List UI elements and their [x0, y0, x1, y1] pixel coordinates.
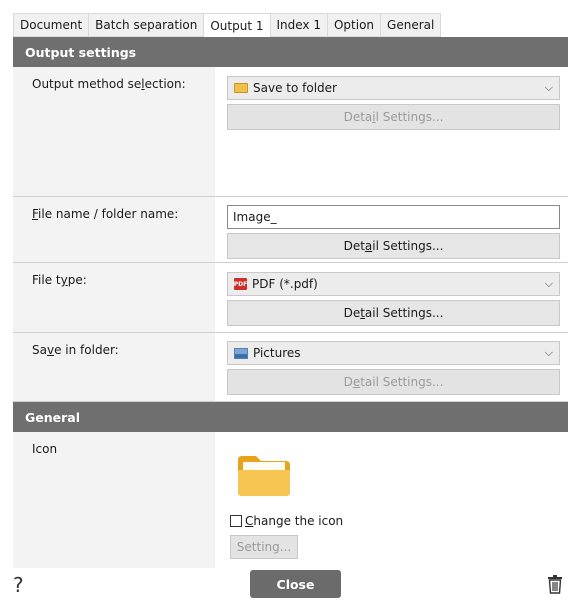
- file-type-value: PDF (*.pdf): [252, 277, 318, 291]
- file-type-detail-button[interactable]: De t ail Settings...: [227, 300, 560, 326]
- trash-icon[interactable]: [547, 574, 563, 594]
- output-method-controls: Save to folder ⌵ Deta i l Settings...: [215, 67, 568, 196]
- change-icon-checkbox[interactable]: [230, 515, 242, 527]
- output-method-select[interactable]: Save to folder ⌵: [227, 76, 560, 100]
- output-method-detail-button[interactable]: Deta i l Settings...: [227, 104, 560, 130]
- save-in-folder-row: Save in folder: Pictures ⌵ De tail Settin…: [13, 333, 568, 402]
- file-name-row: File name / folder name: Image_ Det a il S…: [13, 197, 568, 263]
- tab-general[interactable]: General: [380, 13, 442, 37]
- output-settings-header: Output settings: [13, 37, 568, 67]
- chevron-down-icon: ⌵: [544, 346, 553, 359]
- close-button[interactable]: Close: [250, 570, 341, 598]
- output-method-row: Output method selection: Save to folder …: [13, 67, 568, 197]
- icon-setting-button-label: Setting...: [236, 540, 292, 554]
- general-title: General: [25, 409, 80, 425]
- help-icon[interactable]: ?: [13, 573, 24, 597]
- icon-label: Icon: [32, 442, 58, 456]
- tab-document[interactable]: Document: [13, 13, 89, 37]
- output-method-label: Output method selection:: [32, 77, 186, 91]
- tab-strip: Document Batch separation Output 1 Index…: [13, 13, 442, 38]
- tab-bar: Document Batch separation Output 1 Index…: [0, 0, 568, 38]
- file-name-label: File name / folder name:: [32, 207, 179, 221]
- save-in-folder-detail-button[interactable]: De tail Settings...: [227, 369, 560, 395]
- folder-icon: [238, 456, 290, 496]
- icon-setting-button[interactable]: Setting...: [230, 535, 298, 559]
- save-in-folder-select[interactable]: Pictures ⌵: [227, 341, 560, 365]
- close-button-label: Close: [276, 576, 315, 592]
- output-method-value: Save to folder: [253, 81, 337, 95]
- tab-index-1[interactable]: Index 1: [269, 13, 327, 37]
- save-in-folder-value: Pictures: [253, 346, 301, 360]
- file-name-detail-button[interactable]: Det a il Settings...: [227, 233, 560, 259]
- general-header: General: [13, 402, 568, 432]
- output-settings-title: Output settings: [25, 44, 137, 60]
- change-icon-label: Change the icon: [245, 514, 344, 528]
- file-type-row: File type: PDF PDF (*.pdf) ⌵ De t ail Sett…: [13, 263, 568, 333]
- chevron-down-icon: ⌵: [544, 81, 553, 94]
- chevron-down-icon: ⌵: [544, 277, 553, 290]
- icon-controls: Change the icon Setting...: [215, 432, 568, 568]
- bottom-bar: ? Close: [0, 568, 568, 601]
- file-name-controls: Image_ Det a il Settings...: [215, 197, 568, 262]
- tab-output-1[interactable]: Output 1: [203, 13, 270, 38]
- pictures-icon: [234, 347, 248, 359]
- file-type-select[interactable]: PDF PDF (*.pdf) ⌵: [227, 272, 560, 296]
- file-name-value: Image_: [233, 210, 277, 224]
- folder-icon: [234, 83, 248, 93]
- save-in-folder-controls: Pictures ⌵ De tail Settings...: [215, 333, 568, 401]
- tab-batch-separation[interactable]: Batch separation: [88, 13, 204, 37]
- pdf-icon: PDF: [234, 278, 247, 290]
- file-type-label: File type:: [32, 273, 87, 287]
- file-type-controls: PDF PDF (*.pdf) ⌵ De t ail Settings...: [215, 263, 568, 332]
- icon-row: Icon Change the icon Setting...: [13, 432, 568, 568]
- tab-option[interactable]: Option: [326, 13, 381, 37]
- change-icon-option[interactable]: Change the icon: [230, 514, 343, 528]
- file-name-input[interactable]: Image_: [227, 205, 560, 229]
- save-in-folder-label: Save in folder:: [32, 343, 119, 357]
